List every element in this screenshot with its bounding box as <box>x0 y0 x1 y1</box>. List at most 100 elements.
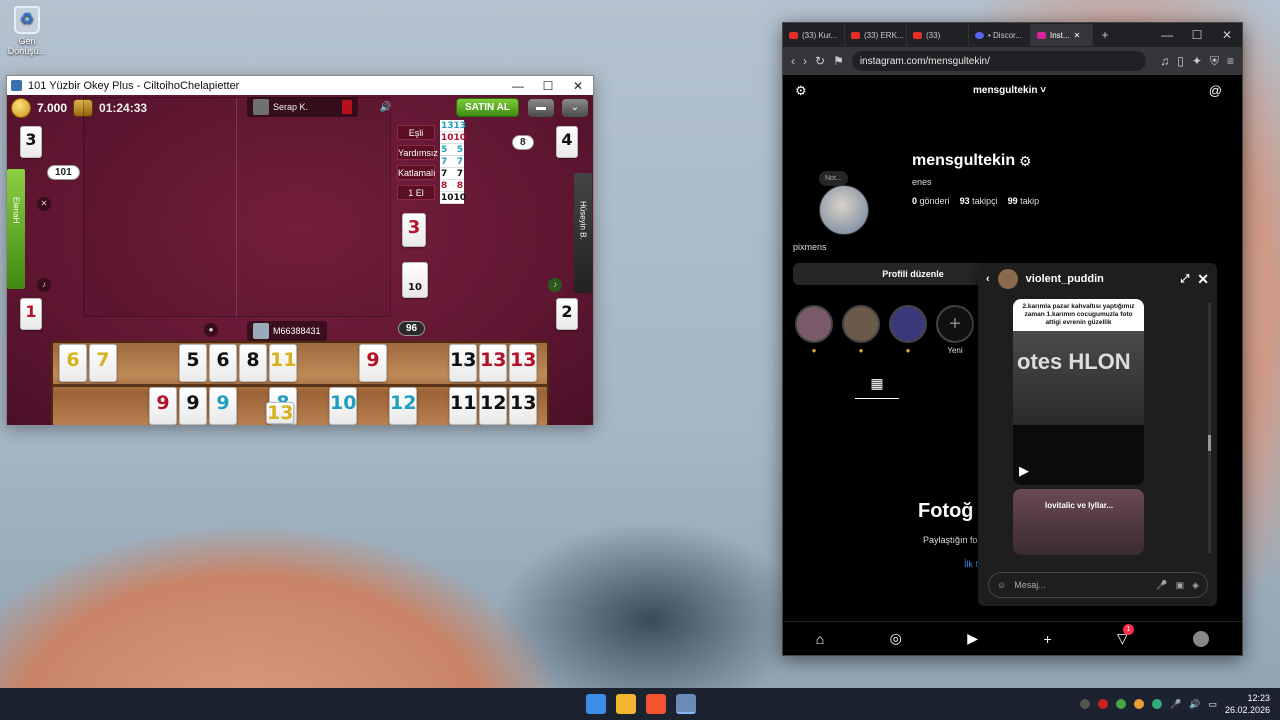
left-player-panel[interactable]: ElenaH <box>7 169 25 289</box>
following-link[interactable]: 99 takip <box>1008 196 1040 206</box>
url-field[interactable]: instagram.com/mensgultekin/ <box>851 51 1147 71</box>
profile-avatar-icon[interactable] <box>1193 630 1210 647</box>
tab-discord[interactable]: • Discor... <box>969 24 1031 46</box>
tray-icon[interactable] <box>1116 699 1126 709</box>
buy-button[interactable]: SATIN AL <box>456 98 519 117</box>
tab-youtube-1[interactable]: (33) Kur... <box>783 24 845 46</box>
file-explorer-icon[interactable] <box>616 694 636 714</box>
shared-reel[interactable]: lovitalic ve lyllar... <box>1013 489 1144 555</box>
highlight-item[interactable]: ● <box>841 305 881 355</box>
rack-tile[interactable]: 13 <box>509 344 537 382</box>
image-icon[interactable]: ▣ <box>1176 580 1185 591</box>
deck-tile[interactable]: 10 <box>402 262 428 298</box>
chevron-down-icon[interactable]: ⌄ <box>562 99 588 117</box>
rack-tile[interactable]: 13 <box>509 387 537 425</box>
dm-contact-name[interactable]: violent_puddin <box>1026 273 1173 285</box>
direct-icon[interactable]: ▽ 1 <box>1117 624 1134 647</box>
rack-tile[interactable]: 5 <box>179 344 207 382</box>
new-tab-button[interactable]: + <box>1093 28 1117 42</box>
tab-instagram[interactable]: Inst... ✕ <box>1031 24 1093 46</box>
microphone-icon[interactable]: 🎤 <box>1156 580 1167 591</box>
bookmark-icon[interactable]: ⚑ <box>833 54 844 68</box>
rack-tile[interactable]: 8 <box>239 344 267 382</box>
game-titlebar[interactable]: 101 Yüzbir Okey Plus - CiltoihoChelapiet… <box>7 76 593 95</box>
chat-icon[interactable]: ▬ <box>528 99 554 117</box>
forward-icon[interactable]: › <box>803 54 807 68</box>
reload-icon[interactable]: ↻ <box>815 54 825 68</box>
back-icon[interactable]: ‹ <box>791 54 795 68</box>
message-input[interactable]: ☺ Mesaj... 🎤 ▣ ◈ <box>988 572 1208 598</box>
rack-tile[interactable]: 9 <box>149 387 177 425</box>
tray-icon[interactable] <box>1134 699 1144 709</box>
maximize-button[interactable]: ☐ <box>1182 28 1212 42</box>
mute-icon[interactable]: ✕ <box>37 197 51 211</box>
tray-icon[interactable] <box>1152 699 1162 709</box>
rack-tile[interactable]: 6 <box>209 344 237 382</box>
right-speaker-icon[interactable]: ♪ <box>548 278 562 292</box>
rack-tile[interactable]: 9 <box>209 387 237 425</box>
empty-state-link[interactable]: İlk t <box>964 559 978 569</box>
shield-icon[interactable]: ⛨ <box>1210 54 1219 69</box>
home-icon[interactable]: ⌂ <box>816 631 824 647</box>
back-icon[interactable]: ‹ <box>986 273 990 285</box>
create-icon[interactable]: + <box>1043 631 1051 647</box>
microphone-icon[interactable]: 🎤 <box>1170 699 1181 710</box>
okey-app-icon[interactable] <box>676 694 696 714</box>
menu-icon[interactable]: ≡ <box>1227 54 1234 68</box>
avatar[interactable] <box>997 269 1018 289</box>
reels-icon[interactable]: ▶ <box>967 630 978 647</box>
minimize-button[interactable]: — <box>503 79 533 93</box>
tab-youtube-2[interactable]: (33) ERK... <box>845 24 907 46</box>
dragged-tile[interactable]: 13 <box>266 402 294 424</box>
rack-tile[interactable]: 12 <box>479 387 507 425</box>
shared-post[interactable]: 2.karımla pazar kahvaltısı yaptığımız za… <box>1013 299 1144 485</box>
followers-link[interactable]: 93 takipçi <box>960 196 998 206</box>
recycle-bin-shortcut[interactable]: ♻ Geri Dönüşü... <box>6 6 48 56</box>
highlight-item[interactable]: ● <box>794 305 834 355</box>
explore-icon[interactable]: ◎ <box>890 630 902 647</box>
header-username[interactable]: mensgultekin ˅ <box>973 85 1046 96</box>
battery-icon[interactable]: ▭ <box>1208 699 1217 710</box>
brave-browser-icon[interactable] <box>646 694 666 714</box>
scrollbar[interactable] <box>1208 303 1211 553</box>
extensions-icon[interactable]: ✦ <box>1192 54 1202 68</box>
right-player-panel[interactable]: Hüseyin B. <box>574 173 592 293</box>
minimize-button[interactable]: — <box>1152 28 1182 42</box>
note-bubble[interactable]: Not... <box>819 171 848 186</box>
rack-tile[interactable]: 10 <box>329 387 357 425</box>
tab-youtube-3[interactable]: (33) <box>907 24 969 46</box>
tray-icon[interactable] <box>1080 699 1090 709</box>
threads-icon[interactable]: @ <box>1209 83 1222 98</box>
new-highlight-button[interactable]: + Yeni <box>935 305 975 355</box>
rack-tile[interactable]: 13 <box>479 344 507 382</box>
settings-gear-icon[interactable]: ⚙ <box>1019 153 1032 170</box>
rack-tile[interactable]: 9 <box>359 344 387 382</box>
avatar[interactable] <box>819 185 869 235</box>
music-icon[interactable]: ♫ <box>1160 54 1169 68</box>
tray-icon[interactable] <box>1098 699 1108 709</box>
close-icon[interactable]: ✕ <box>1197 271 1209 288</box>
left-speaker-icon[interactable]: ♪ <box>37 278 51 292</box>
sidebar-icon[interactable]: ▯ <box>1177 54 1184 68</box>
bottom-player-tag[interactable]: M66388431 <box>247 321 327 341</box>
rack-tile[interactable]: 13 <box>449 344 477 382</box>
rack-tile[interactable]: 7 <box>89 344 117 382</box>
microphone-icon[interactable]: ● <box>204 323 218 337</box>
rack-tile[interactable]: 6 <box>59 344 87 382</box>
clock[interactable]: 12:23 26.02.2026 <box>1225 692 1270 716</box>
close-button[interactable]: ✕ <box>563 79 593 93</box>
settings-icon[interactable]: ⚙ <box>795 83 807 99</box>
expand-icon[interactable]: ⤢ <box>1180 273 1189 286</box>
close-tab-icon[interactable]: ✕ <box>1074 31 1081 40</box>
grid-tab-icon[interactable]: ▦ <box>855 375 899 399</box>
close-button[interactable]: ✕ <box>1212 28 1242 42</box>
volume-icon[interactable]: 🔊 <box>1189 699 1200 710</box>
rack-tile[interactable]: 12 <box>389 387 417 425</box>
maximize-button[interactable]: ☐ <box>533 79 563 93</box>
start-icon[interactable] <box>586 694 606 714</box>
rack-tile[interactable]: 11 <box>269 344 297 382</box>
rack-tile[interactable]: 11 <box>449 387 477 425</box>
emoji-icon[interactable]: ☺ <box>997 580 1006 590</box>
rack-tile[interactable]: 9 <box>179 387 207 425</box>
highlight-item[interactable]: ● <box>888 305 928 355</box>
